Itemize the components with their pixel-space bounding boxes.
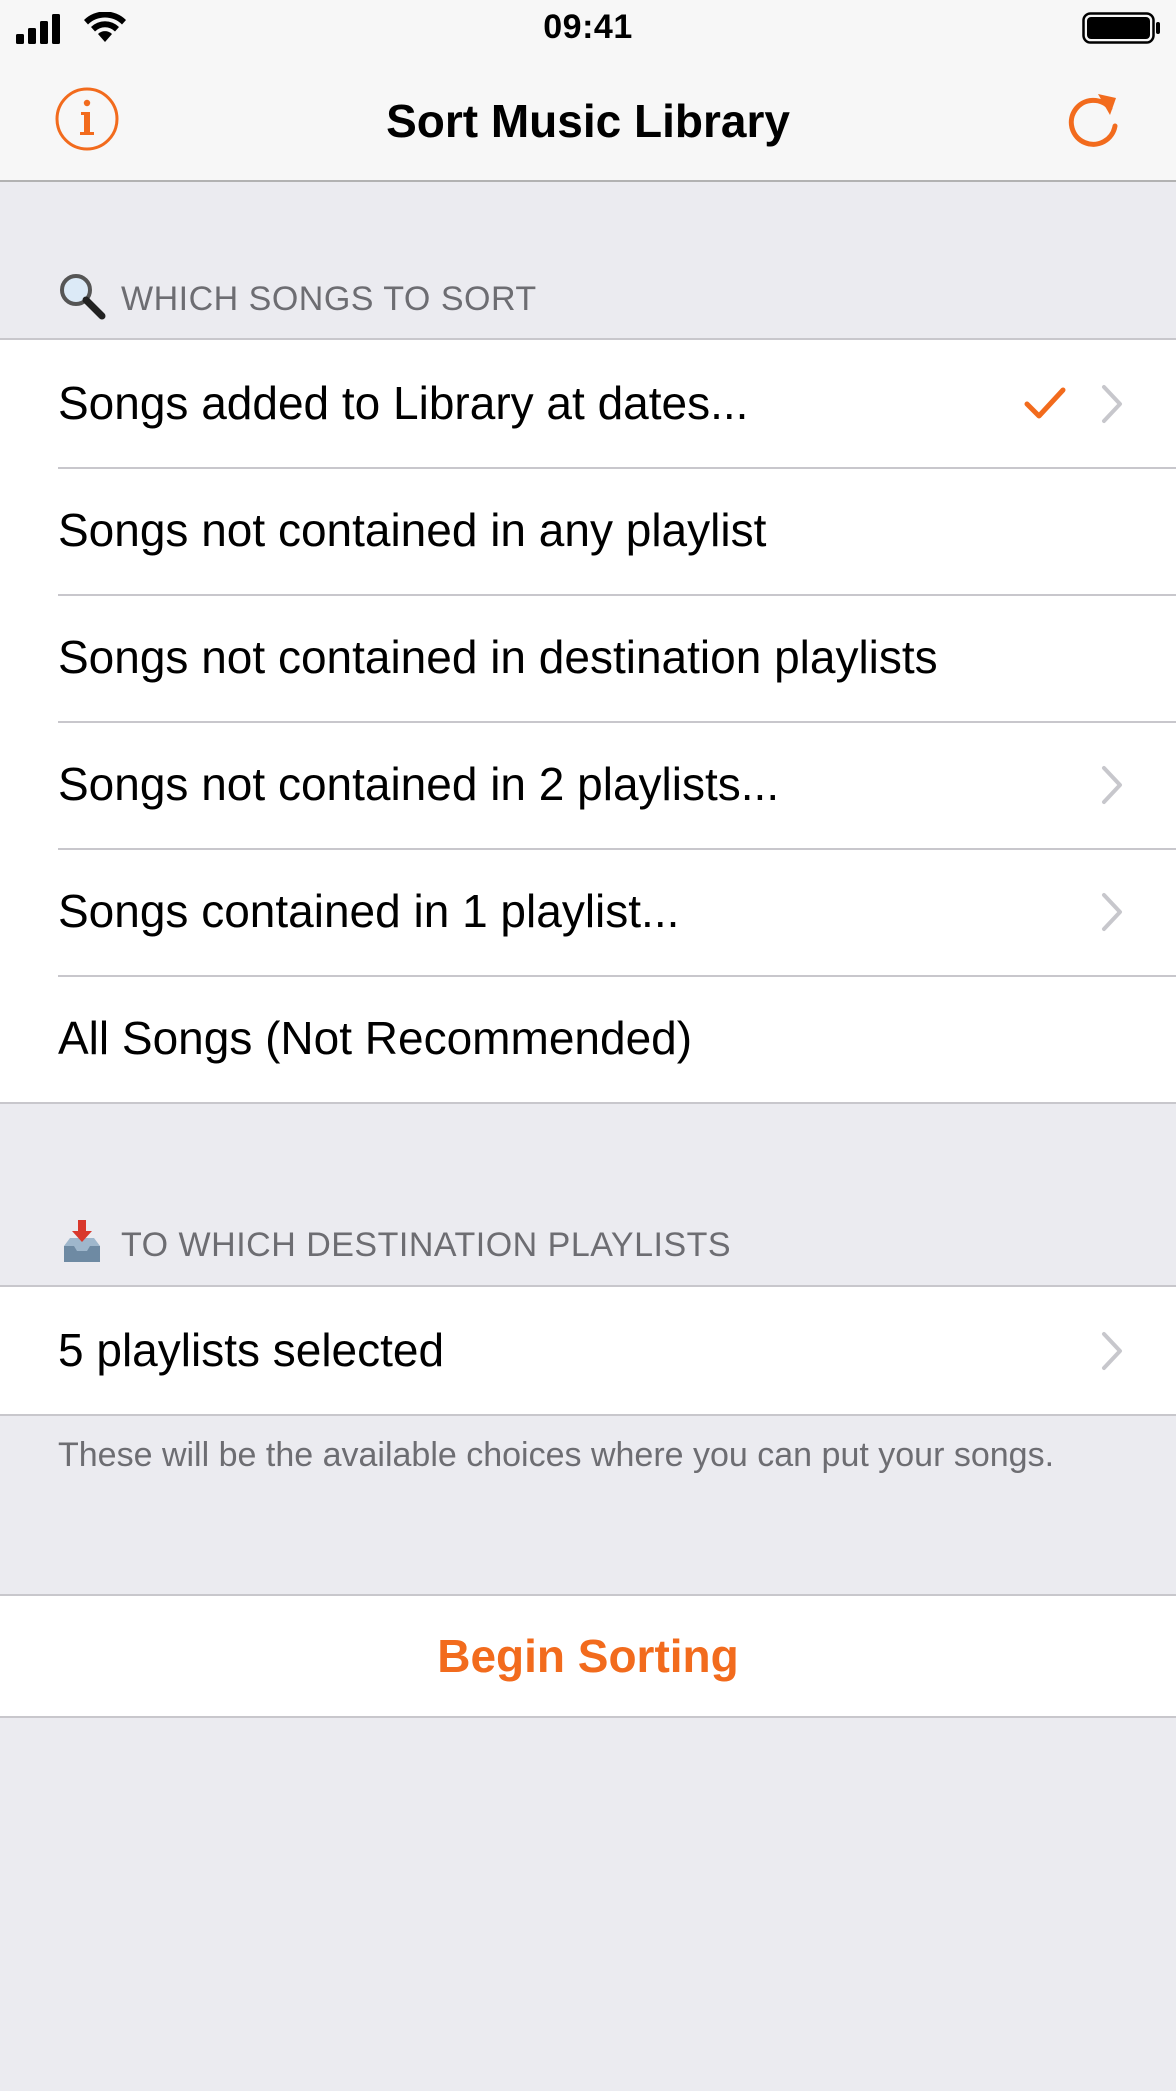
- begin-sorting-label: Begin Sorting: [437, 1630, 739, 1682]
- destination-playlists-list: 5 playlists selected: [0, 1285, 1176, 1416]
- chevron-right-icon: [1102, 766, 1122, 804]
- page-title: Sort Music Library: [386, 95, 790, 147]
- section-header-destination: TO WHICH DESTINATION PLAYLISTS: [0, 1218, 1176, 1278]
- songs-option-contained-in-playlist[interactable]: Songs contained in 1 playlist...: [0, 848, 1176, 975]
- begin-sorting-button[interactable]: Begin Sorting: [0, 1594, 1176, 1718]
- chevron-right-icon: [1102, 385, 1122, 423]
- checkmark-icon: [1024, 387, 1066, 419]
- songs-option-all-songs[interactable]: All Songs (Not Recommended): [0, 975, 1176, 1102]
- songs-option-not-in-n-playlists[interactable]: Songs not contained in 2 playlists...: [0, 721, 1176, 848]
- songs-option-list: Songs added to Library at dates... Songs…: [0, 338, 1176, 1104]
- navigation-bar: Sort Music Library: [0, 58, 1176, 182]
- status-bar: 09:41: [0, 0, 1176, 58]
- playlists-selected-row[interactable]: 5 playlists selected: [0, 1287, 1176, 1414]
- status-time: 09:41: [543, 8, 633, 46]
- section-footer-note: These will be the available choices wher…: [58, 1436, 1055, 1474]
- section-header-songs: WHICH SONGS TO SORT: [0, 272, 1176, 332]
- chevron-right-icon: [1102, 1332, 1122, 1370]
- inbox-tray-icon: [64, 1220, 100, 1262]
- chevron-right-icon: [1102, 893, 1122, 931]
- battery-icon: [1082, 12, 1160, 44]
- songs-option-added-dates[interactable]: Songs added to Library at dates...: [0, 340, 1176, 467]
- songs-option-not-in-any-playlist[interactable]: Songs not contained in any playlist: [0, 467, 1176, 594]
- magnifier-icon: [60, 274, 106, 320]
- songs-option-not-in-destination[interactable]: Songs not contained in destination playl…: [0, 594, 1176, 721]
- refresh-icon[interactable]: [1060, 86, 1126, 152]
